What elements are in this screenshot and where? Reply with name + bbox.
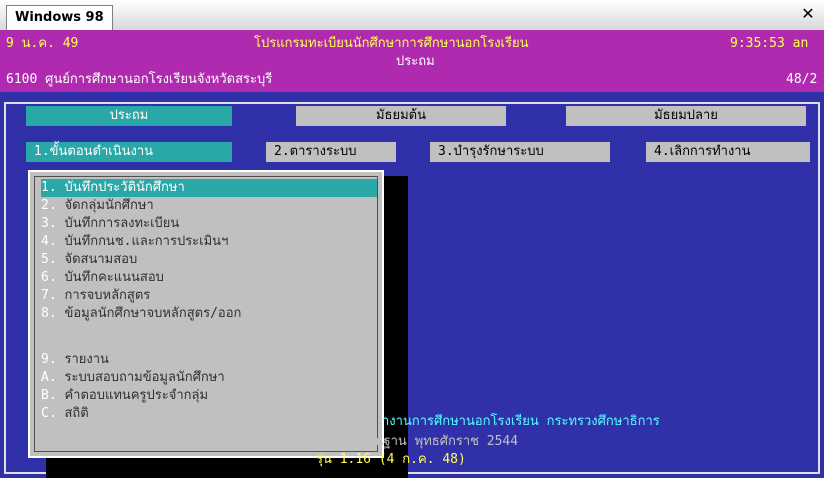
menu-item-exam-scores[interactable]: 6. บันทึกคะแนนสอบ xyxy=(41,269,377,287)
menu-item-student-query[interactable]: A. ระบบสอบถามข้อมูลนักศึกษา xyxy=(41,369,377,387)
header-date: 9 น.ค. 49 xyxy=(6,36,79,51)
level-button-upper-secondary[interactable]: มัธยมปลาย xyxy=(566,106,806,126)
header-code: 48/2 xyxy=(786,72,818,87)
level-button-lower-secondary[interactable]: มัธยมต้น xyxy=(296,106,506,126)
menu-item-graduate-data[interactable]: 8. ข้อมูลนักศึกษาจบหลักสูตร/ออก xyxy=(41,305,377,323)
menu-item-student-history[interactable]: 1. บันทึกประวัตินักศึกษา xyxy=(41,179,377,197)
menu-tab-system-tables[interactable]: 2.ตารางระบบ xyxy=(266,142,396,162)
header-time: 9:35:53 an xyxy=(730,36,809,51)
header-program-title: โปรแกรมทะเบียนนักศึกษาการศึกษานอกโรงเรีย… xyxy=(254,36,529,51)
menu-item-graduation[interactable]: 7. การจบหลักสูตร xyxy=(41,287,377,305)
footer-line-1: างานการศึกษานอกโรงเรียน กระทรวงศึกษาธิกา… xyxy=(382,414,660,429)
window-tab-title: Windows 98 xyxy=(15,10,104,25)
header-institution: 6100 ศูนย์การศึกษานอกโรงเรียนจังหวัดสระบ… xyxy=(6,72,273,87)
menu-tab-exit[interactable]: 4.เลิกการทำงาน xyxy=(646,142,810,162)
window-tab[interactable]: Windows 98 xyxy=(6,5,113,30)
window-titlebar: Windows 98 ✕ xyxy=(0,0,824,31)
footer-line-2: ตามหลักสูตรการศึกษาขั้นพื้นฐาน พุทธศักรา… xyxy=(222,434,519,449)
menu-item-reports[interactable]: 9. รายงาน xyxy=(41,351,377,369)
menu-item-evaluation[interactable]: 4. บันทึกกนช.และการประเมินฯ xyxy=(41,233,377,251)
dropdown-menu: 1. บันทึกประวัตินักศึกษา 2. จัดกลุ่มนักศ… xyxy=(28,170,384,458)
menu-item-group-students[interactable]: 2. จัดกลุ่มนักศึกษา xyxy=(41,197,377,215)
menu-item-statistics[interactable]: C. สถิติ xyxy=(41,405,377,423)
header-level: ประถม xyxy=(396,54,435,69)
dos-screen: 9 น.ค. 49 โปรแกรมทะเบียนนักศึกษาการศึกษา… xyxy=(0,30,824,478)
dropdown-inner: 1. บันทึกประวัตินักศึกษา 2. จัดกลุ่มนักศ… xyxy=(34,176,378,452)
header-bar: 9 น.ค. 49 โปรแกรมทะเบียนนักศึกษาการศึกษา… xyxy=(0,30,824,92)
menu-item-registration[interactable]: 3. บันทึกการลงทะเบียน xyxy=(41,215,377,233)
dropdown-shadow-right xyxy=(384,176,408,446)
menu-tab-maintenance[interactable]: 3.บำรุงรักษาระบบ xyxy=(430,142,610,162)
close-icon[interactable]: ✕ xyxy=(798,4,818,24)
menu-item-teacher-compensation[interactable]: B. คำตอบแทนครูประจำกลุ่ม xyxy=(41,387,377,405)
footer-line-3: รุ่น 1.16 (4 ก.ค. 48) xyxy=(316,452,466,467)
menu-item-exam-venue[interactable]: 5. จัดสนามสอบ xyxy=(41,251,377,269)
level-button-primary[interactable]: ประถม xyxy=(26,106,232,126)
menu-tab-procedures[interactable]: 1.ขั้นตอนดำเนินงาน xyxy=(26,142,232,162)
